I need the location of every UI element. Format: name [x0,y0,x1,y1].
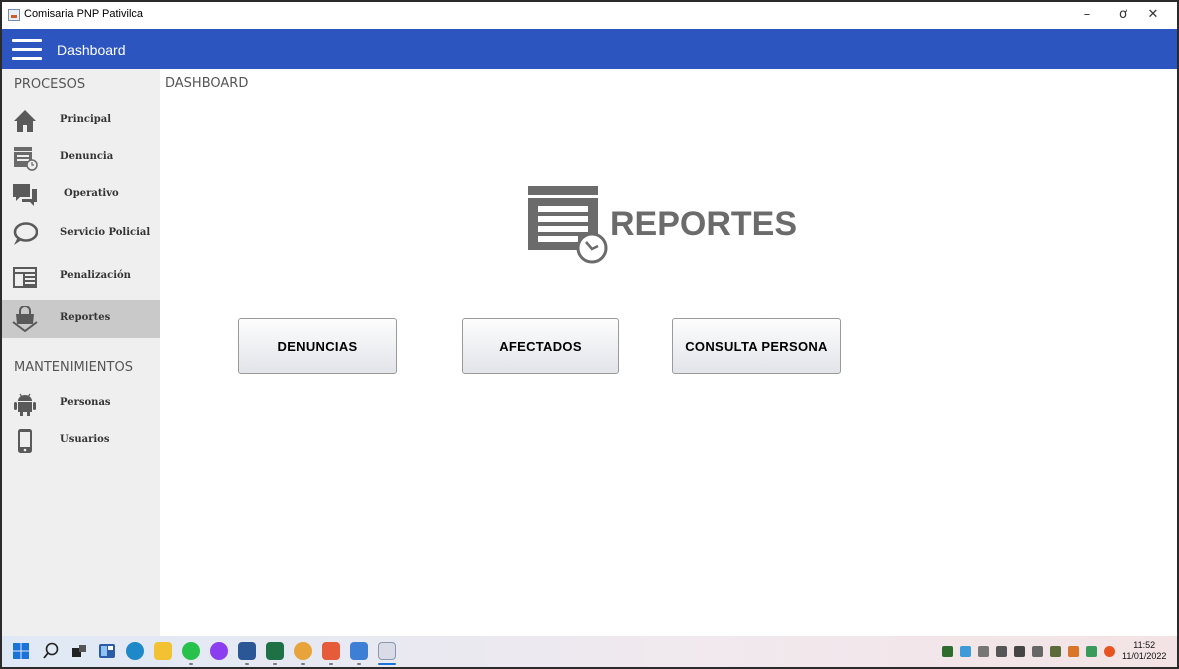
sidebar-item-penalizacion[interactable]: Penalización [2,258,160,296]
running-indicator [329,663,333,665]
phone-icon [18,429,32,453]
widgets-icon[interactable] [98,642,116,660]
breadcrumb: DASHBOARD [165,76,249,91]
sidebar-item-usuarios[interactable]: Usuarios [2,422,160,460]
xampp-tray-icon[interactable] [1068,646,1079,657]
java-app-icon[interactable] [378,642,396,660]
network-icon[interactable] [996,646,1007,657]
window-titlebar: Comisaria PNP Pativilca – ơ ✕ [2,2,1177,28]
android-icon [14,393,36,416]
home-icon [14,110,36,132]
virtualbox-icon[interactable] [350,642,368,660]
newspaper-icon [13,267,37,288]
running-indicator [273,663,277,665]
sidebar-item-label: Principal [60,114,112,125]
denuncias-button[interactable]: DENUNCIAS [238,318,397,374]
taskbar-clock[interactable]: 11:52 11/01/2022 [1122,640,1166,662]
tray-app-icon[interactable] [942,646,953,657]
shopping-bag-icon [12,306,38,332]
sidebar-item-principal[interactable]: Principal [2,102,160,140]
tray-app-icon[interactable] [1050,646,1061,657]
sidebar-item-personas[interactable]: Personas [2,385,160,423]
google-drive-icon[interactable] [960,646,971,657]
minimize-button[interactable]: – [1076,5,1098,25]
afectados-button[interactable]: AFECTADOS [462,318,619,374]
search-icon[interactable] [42,642,60,660]
sidebar: PROCESOS Principal Denuncia Operativo Se… [2,69,160,636]
app-header: Dashboard [2,29,1177,69]
task-view-icon[interactable] [70,642,88,660]
hamburger-menu-icon[interactable] [12,39,42,61]
windows-taskbar: 11:52 11/01/2022 [2,636,1177,667]
running-indicator [357,663,361,665]
volume-icon[interactable] [978,646,989,657]
clock-date: 11/01/2022 [1122,651,1167,661]
running-indicator [301,663,305,665]
sidebar-item-reportes[interactable]: Reportes [2,300,160,338]
tray-app-icon[interactable] [1104,646,1115,657]
running-indicator [189,663,193,665]
sidebar-item-denuncia[interactable]: Denuncia [2,139,160,177]
tray-app-icon[interactable] [1086,646,1097,657]
java-app-icon [8,9,20,21]
close-button[interactable]: ✕ [1142,5,1164,25]
section-title-mantenimientos: MANTENIMIENTOS [14,360,133,375]
chat-bubbles-icon [13,184,37,206]
windows-start-icon[interactable] [12,642,30,660]
messenger-icon[interactable] [210,642,228,660]
sidebar-item-label: Servicio Policial [60,227,151,238]
header-title: Dashboard [57,42,126,58]
file-explorer-icon[interactable] [154,642,172,660]
sidebar-item-label: Denuncia [60,151,114,162]
sidebar-item-label: Operativo [64,188,119,199]
page-title: REPORTES [610,205,798,243]
sidebar-item-operativo[interactable]: Operativo [2,176,160,214]
word-icon[interactable] [238,642,256,660]
chrome-icon[interactable] [294,642,312,660]
maximize-button[interactable]: ơ [1112,5,1134,25]
xampp-icon[interactable] [322,642,340,660]
window-title: Comisaria PNP Pativilca [24,8,144,20]
speech-bubble-icon [13,222,38,245]
report-clock-icon [14,147,38,171]
active-app-indicator [378,663,396,665]
section-title-procesos: PROCESOS [14,77,86,92]
sidebar-item-label: Reportes [60,312,111,323]
running-indicator [245,663,249,665]
sidebar-item-label: Penalización [60,270,131,281]
battery-icon[interactable] [1014,646,1025,657]
sidebar-item-servicio-policial[interactable]: Servicio Policial [2,215,160,253]
wifi-icon[interactable] [1032,646,1043,657]
whatsapp-icon[interactable] [182,642,200,660]
excel-icon[interactable] [266,642,284,660]
sidebar-item-label: Personas [60,397,111,408]
report-clock-icon [528,186,608,264]
edge-browser-icon[interactable] [126,642,144,660]
clock-time: 11:52 [1133,640,1156,650]
consulta-persona-button[interactable]: CONSULTA PERSONA [672,318,841,374]
sidebar-item-label: Usuarios [60,434,110,445]
